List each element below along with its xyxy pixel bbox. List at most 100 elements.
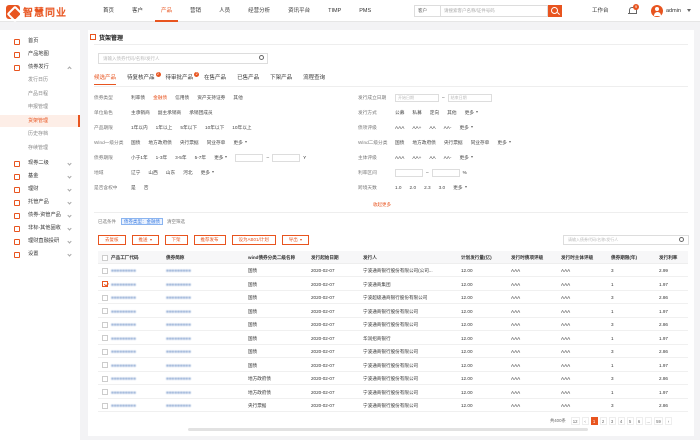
bond-name-cell[interactable]: ■■■■■■■■■	[166, 386, 244, 399]
avatar[interactable]	[651, 5, 663, 17]
sidebar-subitem[interactable]: 存续管理	[0, 142, 80, 154]
filter-option[interactable]: 否	[144, 185, 149, 191]
filter-option[interactable]: 同业存单	[471, 140, 490, 146]
sidebar-item[interactable]: 产品地图	[0, 48, 80, 61]
bond-name-cell[interactable]: ■■■■■■■■■	[166, 332, 244, 345]
date-from-input[interactable]: 开始日期	[395, 93, 439, 102]
product-code-cell[interactable]: ■■■■■■■■■	[111, 386, 162, 399]
sidebar-subitem[interactable]: 申报管理	[0, 101, 80, 113]
toolbar-button[interactable]: 下架	[164, 235, 188, 245]
bond-name-cell[interactable]: ■■■■■■■■■	[166, 318, 244, 331]
row-checkbox[interactable]	[102, 389, 108, 395]
product-code-cell[interactable]: ■■■■■■■■■	[111, 305, 162, 318]
range-from-input[interactable]	[395, 168, 423, 177]
prev-page-button[interactable]: ‹	[581, 417, 589, 425]
filter-option[interactable]: 河北	[183, 170, 192, 176]
more-dropdown[interactable]: 更多	[233, 140, 246, 146]
page-number[interactable]: 1	[590, 417, 598, 425]
tab-4[interactable]: 已售产品	[237, 73, 259, 85]
page-number[interactable]: 59	[654, 417, 663, 425]
table-search-input[interactable]: 请输入债券代码/名称/发行人	[563, 235, 689, 245]
more-dropdown[interactable]: 更多	[465, 110, 478, 116]
date-to-input[interactable]: 结束日期	[447, 93, 492, 102]
bond-name-cell[interactable]: ■■■■■■■■■	[166, 291, 244, 304]
bond-name-cell[interactable]: ■■■■■■■■■	[166, 264, 244, 277]
page-number[interactable]: 4	[617, 417, 625, 425]
filter-option[interactable]: 定向	[430, 110, 439, 116]
filter-option[interactable]: AA+	[412, 125, 421, 130]
sidebar-item[interactable]: 理财直融投研	[0, 235, 80, 248]
more-dropdown[interactable]: 更多	[459, 125, 472, 131]
filter-option[interactable]: 3.0	[439, 185, 446, 190]
tab-6[interactable]: 流程查询	[303, 73, 325, 85]
table-row[interactable]: ■■■■■■■■■ ■■■■■■■■■ 地方政府债 2020-02-07 宁波通商银行股…	[98, 372, 688, 385]
table-row[interactable]: ■■■■■■■■■ ■■■■■■■■■ 国债 2020-02-07 宁波通商集团 12.0…	[98, 278, 688, 291]
product-code-cell[interactable]: ■■■■■■■■■	[111, 291, 162, 304]
filter-option[interactable]: 地方政府债	[412, 140, 435, 146]
sidebar-item[interactable]: 债券发行	[0, 61, 80, 74]
tab-0[interactable]: 候选产品	[94, 73, 117, 85]
filter-option[interactable]: 地方政府债	[148, 140, 171, 146]
page-number[interactable]: 2	[599, 417, 607, 425]
row-checkbox[interactable]	[102, 348, 108, 355]
filter-option[interactable]: 1年以内	[131, 125, 148, 131]
row-checkbox[interactable]	[102, 375, 108, 382]
sidebar-item[interactable]: 托管产品	[0, 196, 80, 209]
row-checkbox[interactable]	[102, 281, 108, 287]
sidebar-subitem[interactable]: 货架管理	[0, 114, 80, 127]
filter-option[interactable]: AAA	[395, 125, 404, 130]
filter-option[interactable]: 其他	[447, 110, 456, 116]
filter-option[interactable]: 2.0	[410, 185, 417, 190]
clear-filters-link[interactable]: 清空筛选	[167, 219, 185, 225]
toolbar-button[interactable]: 推送	[131, 235, 159, 245]
tab-3[interactable]: 在售产品	[204, 73, 226, 85]
range-to-input[interactable]	[272, 153, 301, 162]
table-row[interactable]: ■■■■■■■■■ ■■■■■■■■■ 国债 2020-02-07 宁波通商银行股份有限…	[98, 345, 688, 358]
search-type-select[interactable]: 客户	[414, 5, 440, 17]
page-number[interactable]: 6	[635, 417, 643, 425]
filter-option[interactable]: 辽宁	[131, 170, 140, 176]
filter-option[interactable]: 小于1年	[131, 155, 148, 161]
table-row[interactable]: ■■■■■■■■■ ■■■■■■■■■ 央行票据 2020-02-07 宁波通商银行股份…	[98, 399, 688, 412]
table-row[interactable]: ■■■■■■■■■ ■■■■■■■■■ 国债 2020-02-07 华润招商银行 12.0…	[98, 332, 688, 345]
page-number[interactable]: ...	[644, 417, 653, 425]
row-checkbox[interactable]	[102, 294, 108, 301]
user-name[interactable]: admin	[666, 0, 681, 22]
filter-option[interactable]: 信用债	[175, 95, 189, 101]
collapse-filters-link[interactable]: 收起更多	[373, 202, 391, 208]
table-row[interactable]: ■■■■■■■■■ ■■■■■■■■■ 地方政府债 2020-02-07 宁波通商银行股…	[98, 386, 688, 399]
page-number[interactable]: 5	[626, 417, 634, 425]
toolbar-button[interactable]: 设为AB01/计划	[231, 235, 276, 245]
next-page-button[interactable]: ›	[664, 417, 672, 425]
sidebar-item[interactable]: 非标-其他固收	[0, 222, 80, 235]
tab-2[interactable]: 待审批产品 2	[166, 72, 200, 85]
bond-name-cell[interactable]: ■■■■■■■■■	[166, 372, 244, 385]
nav-item[interactable]: 资讯平台	[282, 0, 316, 22]
brand-logo[interactable]: 智慧同业	[6, 4, 67, 19]
filter-option[interactable]: 10年以下	[205, 125, 224, 131]
nav-item[interactable]: 产品	[155, 0, 179, 22]
filter-option[interactable]: 国债	[395, 140, 404, 146]
bond-name-cell[interactable]: ■■■■■■■■■	[166, 345, 244, 358]
row-checkbox[interactable]	[102, 335, 108, 341]
filter-option[interactable]: 承销团成员	[189, 110, 212, 116]
page-size-select[interactable]: 12	[570, 417, 580, 425]
row-checkbox[interactable]	[102, 362, 108, 368]
table-row[interactable]: ■■■■■■■■■ ■■■■■■■■■ 国债 2020-02-07 宁波通商银行股份有限…	[98, 359, 688, 372]
tab-1[interactable]: 待复核产品 2	[127, 72, 161, 85]
product-code-cell[interactable]: ■■■■■■■■■	[111, 264, 162, 277]
nav-item[interactable]: 经营分析	[242, 0, 276, 22]
filter-option[interactable]: 2.3	[424, 185, 431, 190]
nav-item[interactable]: 营销	[184, 0, 207, 22]
filter-option[interactable]: 同业存单	[207, 140, 226, 146]
search-icon[interactable]	[679, 237, 684, 242]
product-code-cell[interactable]: ■■■■■■■■■	[111, 278, 162, 291]
sidebar-item[interactable]: 理财	[0, 183, 80, 196]
more-dropdown[interactable]: 更多	[214, 155, 227, 161]
toolbar-button[interactable]: 导出	[281, 235, 309, 245]
search-icon[interactable]	[548, 5, 562, 17]
row-checkbox[interactable]	[102, 308, 108, 314]
filter-option[interactable]: 1年以上	[156, 125, 173, 131]
product-code-cell[interactable]: ■■■■■■■■■	[111, 359, 162, 372]
workbench-link[interactable]: 工作台	[592, 0, 609, 22]
